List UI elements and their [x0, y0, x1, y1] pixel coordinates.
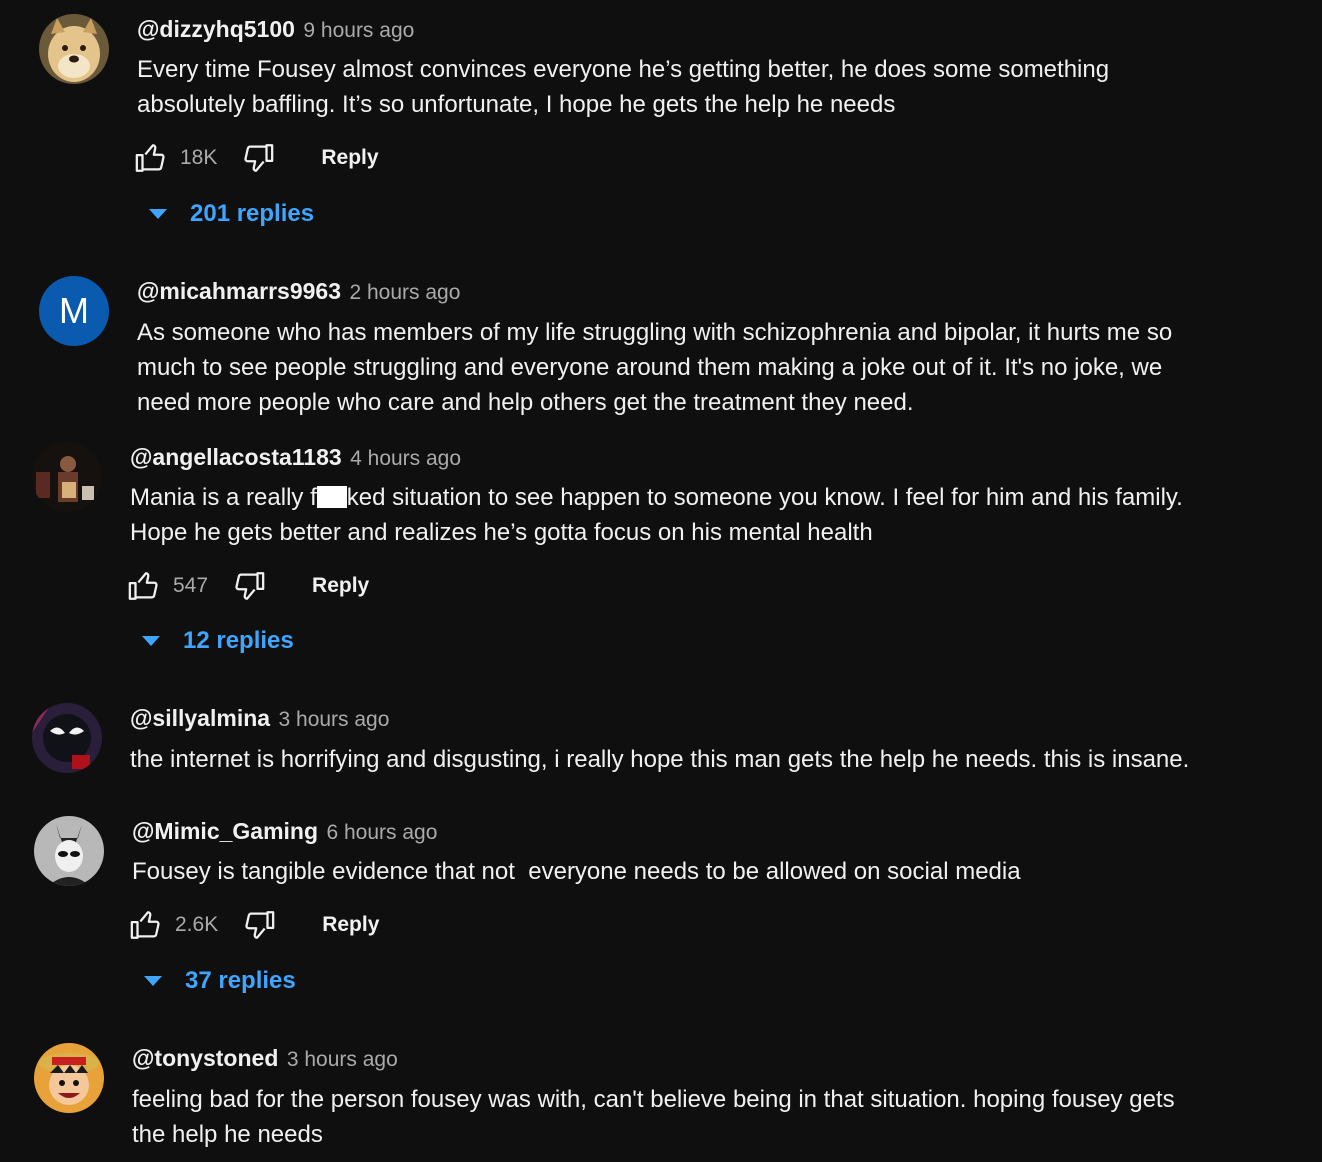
- comment-line: absolutely baffling. It’s so unfortunate…: [137, 91, 896, 118]
- comment-line: the internet is horrifying and disgustin…: [130, 746, 1190, 773]
- thumbs-up-icon: [130, 911, 160, 939]
- reply-button[interactable]: Reply: [312, 574, 369, 598]
- replies-toggle[interactable]: 201 replies: [148, 200, 314, 228]
- reply-button[interactable]: Reply: [322, 913, 379, 937]
- comment-text: the internet is horrifying and disgustin…: [130, 742, 1189, 777]
- timestamp[interactable]: 3 hours ago: [287, 1048, 398, 1071]
- replies-count[interactable]: 201 replies: [190, 200, 314, 228]
- comment-line: the help he needs: [132, 1121, 323, 1148]
- thumbs-up-icon: [135, 144, 165, 172]
- timestamp[interactable]: 4 hours ago: [350, 447, 461, 470]
- dislike-button[interactable]: [242, 908, 276, 942]
- comment-text-part: Mania is a really f: [130, 484, 317, 511]
- author-handle[interactable]: @angellacosta1183: [130, 444, 342, 470]
- comment-text: feeling bad for the person fousey was wi…: [132, 1082, 1175, 1152]
- avatar-letter: M: [59, 290, 89, 331]
- dislike-button[interactable]: [232, 569, 266, 603]
- thumbs-down-icon: [245, 911, 275, 939]
- author-handle[interactable]: @tonystoned: [132, 1045, 278, 1071]
- comment-line: Hope he gets better and realizes he’s go…: [130, 519, 873, 546]
- comment-header: @micahmarrs9963 2 hours ago: [137, 277, 460, 309]
- avatar[interactable]: M: [39, 276, 109, 346]
- comment-text: As someone who has members of my life st…: [137, 315, 1172, 420]
- author-handle[interactable]: @sillyalmina: [130, 705, 270, 731]
- comment-line: need more people who care and help other…: [137, 389, 914, 416]
- avatar[interactable]: [32, 703, 102, 773]
- comment-text: Fousey is tangible evidence that not eve…: [132, 854, 1021, 889]
- author-handle[interactable]: @dizzyhq5100: [137, 16, 295, 42]
- censor-block: [316, 486, 347, 508]
- comment-actions: 18K Reply: [134, 138, 379, 178]
- comment-header: @tonystoned 3 hours ago: [132, 1044, 398, 1076]
- author-handle[interactable]: @Mimic_Gaming: [132, 818, 318, 844]
- replies-count[interactable]: 12 replies: [183, 627, 294, 655]
- avatar[interactable]: [34, 1043, 104, 1113]
- comment-line: As someone who has members of my life st…: [137, 319, 1173, 346]
- timestamp[interactable]: 9 hours ago: [303, 19, 414, 42]
- timestamp[interactable]: 2 hours ago: [349, 281, 460, 304]
- timestamp[interactable]: 6 hours ago: [326, 821, 437, 844]
- dislike-button[interactable]: [241, 141, 275, 175]
- mask-avatar-icon: [34, 816, 104, 886]
- comment-line: much to see people struggling and everyo…: [137, 354, 1163, 381]
- comment-text: Every time Fousey almost convinces every…: [137, 52, 1109, 122]
- caret-down-icon: [144, 976, 162, 986]
- like-count: 547: [173, 574, 209, 597]
- avatar[interactable]: [34, 816, 104, 886]
- comment-line: feeling bad for the person fousey was wi…: [132, 1086, 1175, 1113]
- doge-avatar-icon: [39, 14, 109, 84]
- thumbs-up-icon: [128, 572, 158, 600]
- like-count: 18K: [180, 146, 218, 169]
- comment-header: @angellacosta1183 4 hours ago: [130, 443, 461, 475]
- replies-toggle[interactable]: 37 replies: [143, 967, 296, 995]
- reply-button[interactable]: Reply: [321, 146, 378, 170]
- replies-count[interactable]: 37 replies: [185, 967, 296, 995]
- like-count: 2.6K: [175, 913, 219, 936]
- photo-avatar-icon: [32, 442, 102, 512]
- caret-down-icon: [149, 209, 167, 219]
- luffy-avatar-icon: [34, 1043, 104, 1113]
- timestamp[interactable]: 3 hours ago: [279, 708, 390, 731]
- caret-down-icon: [142, 636, 160, 646]
- comment-header: @sillyalmina 3 hours ago: [130, 704, 389, 736]
- comment-header: @dizzyhq5100 9 hours ago: [137, 15, 414, 47]
- comment-actions: 547 Reply: [127, 566, 369, 606]
- spider-avatar-icon: [32, 703, 102, 773]
- thumbs-down-icon: [244, 144, 274, 172]
- avatar[interactable]: [32, 442, 102, 512]
- author-handle[interactable]: @micahmarrs9963: [137, 278, 341, 304]
- like-button[interactable]: [127, 569, 161, 603]
- avatar[interactable]: [39, 14, 109, 84]
- comment-actions: 2.6K Reply: [129, 905, 379, 945]
- comment-line: Every time Fousey almost convinces every…: [137, 56, 1110, 83]
- like-button[interactable]: [134, 141, 168, 175]
- comment-text: Mania is a really f ked situation to see …: [130, 480, 1183, 550]
- replies-toggle[interactable]: 12 replies: [141, 627, 294, 655]
- comment-line: Fousey is tangible evidence that not eve…: [132, 858, 1021, 885]
- like-button[interactable]: [129, 908, 163, 942]
- comment-text-part: ked situation to see happen to someone y…: [346, 484, 1183, 511]
- comment-header: @Mimic_Gaming 6 hours ago: [132, 817, 437, 849]
- thumbs-down-icon: [235, 572, 265, 600]
- comment-line: Mania is a really f ked situation to see …: [130, 480, 1183, 515]
